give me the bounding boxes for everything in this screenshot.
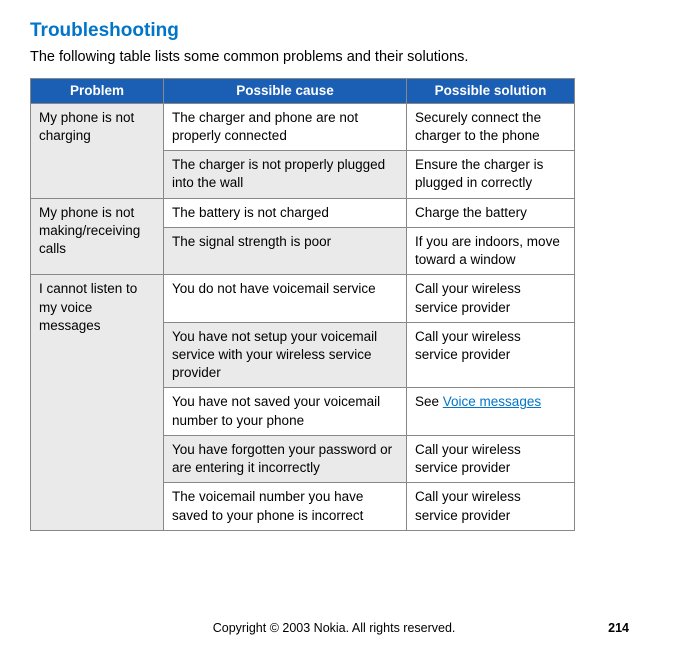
cell-cause: The battery is not charged	[164, 198, 407, 227]
section-heading: Troubleshooting	[30, 20, 629, 42]
cell-solution: Call your wireless service provider	[407, 275, 575, 322]
cell-solution: If you are indoors, move toward a window	[407, 227, 575, 274]
cell-problem: My phone is not charging	[31, 103, 164, 198]
cell-solution: Charge the battery	[407, 198, 575, 227]
page-footer: Copyright © 2003 Nokia. All rights reser…	[30, 621, 629, 635]
cell-solution: Securely connect the charger to the phon…	[407, 103, 575, 150]
header-cause: Possible cause	[164, 78, 407, 103]
solution-text: See	[415, 394, 443, 409]
page-number: 214	[608, 621, 629, 635]
header-problem: Problem	[31, 78, 164, 103]
header-solution: Possible solution	[407, 78, 575, 103]
cell-cause: The signal strength is poor	[164, 227, 407, 274]
cell-cause: You have not setup your voicemail servic…	[164, 322, 407, 388]
cell-cause: You have forgotten your password or are …	[164, 435, 407, 482]
cell-problem: I cannot listen to my voice messages	[31, 275, 164, 530]
table-row: My phone is not making/receiving calls T…	[31, 198, 575, 227]
intro-text: The following table lists some common pr…	[30, 48, 629, 68]
cell-solution: Ensure the charger is plugged in correct…	[407, 151, 575, 198]
troubleshooting-table: Problem Possible cause Possible solution…	[30, 78, 575, 531]
copyright-text: Copyright © 2003 Nokia. All rights reser…	[60, 621, 608, 635]
voice-messages-link[interactable]: Voice messages	[443, 394, 541, 409]
table-row: My phone is not charging The charger and…	[31, 103, 575, 150]
cell-cause: The voicemail number you have saved to y…	[164, 483, 407, 530]
cell-cause: You do not have voicemail service	[164, 275, 407, 322]
cell-solution: Call your wireless service provider	[407, 322, 575, 388]
table-row: I cannot listen to my voice messages You…	[31, 275, 575, 322]
cell-solution: Call your wireless service provider	[407, 435, 575, 482]
cell-solution: Call your wireless service provider	[407, 483, 575, 530]
cell-cause: The charger is not properly plugged into…	[164, 151, 407, 198]
table-header-row: Problem Possible cause Possible solution	[31, 78, 575, 103]
cell-cause: You have not saved your voicemail number…	[164, 388, 407, 435]
cell-solution: See Voice messages	[407, 388, 575, 435]
cell-problem: My phone is not making/receiving calls	[31, 198, 164, 275]
cell-cause: The charger and phone are not properly c…	[164, 103, 407, 150]
